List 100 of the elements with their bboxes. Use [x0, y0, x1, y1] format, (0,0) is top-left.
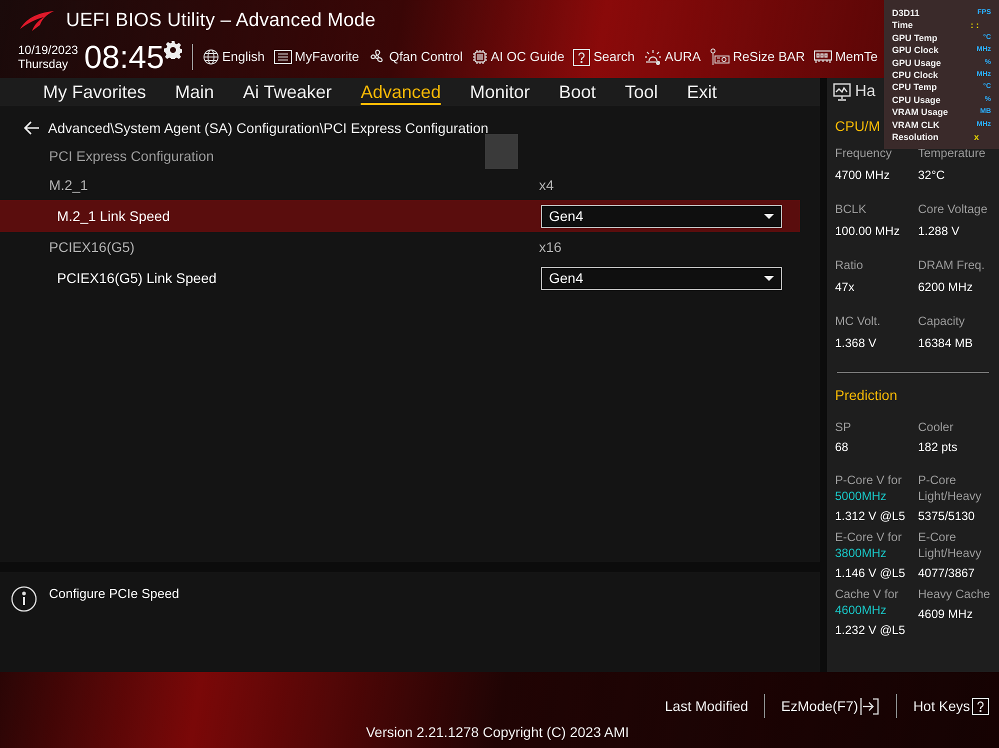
stat-label: Frequency — [835, 145, 893, 162]
section-heading: PCI Express Configuration — [49, 146, 214, 166]
overlay-label: CPU Usage — [892, 94, 941, 106]
stat-value: 4077/3867 — [918, 565, 976, 582]
frequency-text: 3800MHz — [835, 545, 888, 561]
stat-value: 1.146 V @L5 — [835, 565, 906, 582]
toolbar-button[interactable]: MyFavorite — [274, 47, 360, 67]
monitor-icon — [833, 83, 851, 101]
dropdown[interactable]: Gen4 — [541, 266, 782, 290]
stat-label: Temperature — [918, 145, 986, 162]
menu-tab[interactable]: Exit — [686, 78, 717, 106]
menu-tab[interactable]: Boot — [558, 78, 596, 106]
section-title: Prediction — [835, 386, 898, 405]
overlay-label: D3D11 — [892, 7, 920, 20]
frequency-text: 5000MHz — [835, 488, 888, 504]
breadcrumb-text: Advanced\System Agent (SA) Configuration\PCI Express Configuration — [48, 118, 488, 138]
exit-icon — [860, 698, 880, 714]
toolbar-button[interactable]: MemTe — [814, 47, 878, 67]
stat-value: 4609 MHz — [918, 606, 974, 623]
stat-value: 47x — [835, 279, 856, 296]
stat-value: 1.368 V — [835, 335, 878, 352]
toolbar-button[interactable]: Search — [573, 47, 635, 67]
stat-value: 182 pts — [918, 439, 958, 456]
stat-label: Heavy Cache — [918, 586, 991, 602]
selected-row[interactable]: M.2_1 Link Speed Gen4 — [0, 200, 800, 232]
setting-label: M.2_1 Link Speed — [57, 206, 171, 226]
stat-label: P-Core Light/Heavy — [918, 472, 982, 504]
stat-value: 5375/5130 — [918, 508, 976, 525]
overlay-label: GPU Usage — [892, 56, 942, 70]
stat-label: BCLK — [835, 201, 868, 218]
dropdown[interactable]: Gen4 — [541, 204, 782, 228]
overlay-label: Resolution — [892, 131, 938, 144]
globe-icon — [203, 49, 220, 65]
monitor-title: Ha — [855, 82, 876, 102]
stat-label: Capacity — [918, 313, 966, 330]
footer-button[interactable]: EzMode(F7) — [781, 696, 880, 716]
info-icon — [11, 586, 37, 612]
stat-label: Cooler — [918, 419, 954, 435]
day-text: Thursday — [18, 57, 70, 71]
section-title: CPU/M — [835, 118, 880, 134]
stat-value: 68 — [835, 439, 850, 456]
stat-value: 1.232 V @L5 — [835, 622, 906, 639]
overlay-unit: : : — [970, 19, 979, 32]
stat-label: MC Volt. — [835, 313, 882, 330]
menu-tab[interactable]: My Favorites — [43, 78, 146, 106]
overlay-label: Time — [892, 19, 913, 32]
setting-value: x4 — [539, 176, 554, 194]
stat-label: Ratio — [835, 257, 864, 274]
memory-icon — [814, 50, 832, 64]
footer-button[interactable]: Last Modified — [664, 696, 748, 716]
stat-value: 1.288 V — [918, 223, 960, 240]
logo-icon — [18, 9, 56, 33]
list-icon — [274, 50, 292, 64]
help-icon — [573, 48, 590, 66]
toolbar-button[interactable]: AI OC Guide — [472, 47, 564, 67]
graphics-card-icon — [710, 48, 730, 66]
stat-value: 16384 MB — [918, 335, 974, 352]
settings-icon[interactable] — [164, 41, 182, 59]
overlay-label: VRAM Usage — [892, 106, 948, 119]
menu-tab[interactable]: Monitor — [470, 78, 530, 106]
setting-label: M.2_1 — [49, 176, 89, 195]
stat-label: SP — [835, 419, 852, 435]
toolbar-button[interactable]: AURA — [644, 47, 701, 67]
stat-label: Core Voltage — [918, 201, 988, 218]
toolbar-button[interactable]: Qfan Control — [368, 47, 463, 67]
version-text: Version 2.21.1278 Copyright (C) 2023 AMI — [366, 723, 630, 742]
menu-tab[interactable]: Advanced — [360, 78, 441, 106]
back-arrow-icon[interactable] — [24, 121, 40, 135]
stat-label: E-Core V for — [835, 529, 903, 545]
stat-label: DRAM Freq. — [918, 257, 986, 274]
stat-value: 6200 MHz — [918, 279, 974, 296]
footer-button[interactable]: Hot Keys — [913, 696, 989, 716]
overlay-label: GPU Temp — [892, 32, 938, 44]
stat-value: 32°C — [918, 167, 946, 184]
caret-icon — [764, 214, 774, 218]
overlay-label: GPU Clock — [892, 44, 939, 57]
overlay-unit: x — [974, 131, 979, 144]
light-icon — [644, 49, 662, 65]
stat-label: E-Core Light/Heavy — [918, 529, 982, 561]
help-icon — [972, 698, 989, 714]
stat-value: 100.00 MHz — [835, 223, 901, 240]
stat-label: P-Core V for — [835, 472, 903, 488]
help-text: Configure PCIe Speed — [49, 585, 180, 603]
menu-tab[interactable]: Main — [175, 78, 214, 106]
scroll-indicator — [485, 134, 518, 169]
stat-value: 4700 MHz — [835, 167, 891, 184]
setting-label: PCIEX16(G5) — [49, 238, 136, 257]
date-text: 10/19/2023 — [18, 43, 78, 57]
frequency-text: 4600MHz — [835, 602, 888, 618]
overlay-label: CPU Temp — [892, 81, 937, 94]
window-title: UEFI BIOS Utility – Advanced Mode — [66, 8, 376, 33]
overlay-label: VRAM CLK — [892, 118, 940, 132]
chip-icon — [472, 49, 488, 65]
menu-tab[interactable]: Ai Tweaker — [243, 78, 332, 106]
setting-label: PCIEX16(G5) Link Speed — [57, 268, 218, 288]
toolbar-button[interactable]: English — [203, 47, 265, 67]
menu-tab[interactable]: Tool — [624, 78, 658, 106]
toolbar-button[interactable]: ReSize BAR — [710, 47, 806, 67]
clock-text: 08:45 — [84, 39, 164, 75]
stat-label: Cache V for — [835, 586, 900, 602]
